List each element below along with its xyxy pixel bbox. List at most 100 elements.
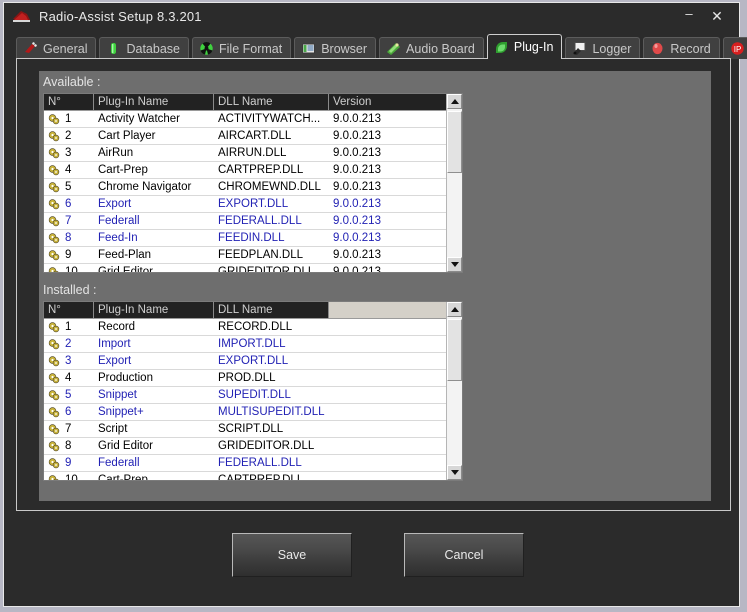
available-scroll-thumb[interactable] [447,111,462,173]
table-row[interactable]: 6Snippet+MULTISUPEDIT.DLL [44,404,462,421]
row-number-value: 9 [65,455,71,472]
col-empty[interactable] [329,302,447,318]
table-row[interactable]: 9FederallFEDERALL.DLL [44,455,462,472]
gear-icon [47,338,62,351]
available-list[interactable]: N° Plug-In Name DLL Name Version 1Activi… [43,93,463,273]
tab-file-format[interactable]: File Format [192,37,291,59]
row-number-value: 2 [65,336,71,353]
file-format-icon [199,41,214,56]
row-number-value: 9 [65,247,71,264]
row-number: 2 [44,336,94,353]
table-row[interactable]: 4ProductionPROD.DLL [44,370,462,387]
table-row[interactable]: 6ExportEXPORT.DLL9.0.0.213 [44,196,462,213]
window-controls: – ✕ [675,3,739,29]
installed-scroll-track[interactable] [447,317,462,465]
dll-name-cell: GRIDEDITOR.DLL [214,438,329,455]
tab-audio-board[interactable]: Audio Board [379,37,484,59]
dialog-buttons: Save Cancel [4,533,741,593]
row-number-value: 4 [65,162,71,179]
tab-record[interactable]: Record [643,37,719,59]
table-row[interactable]: 2Cart PlayerAIRCART.DLL9.0.0.213 [44,128,462,145]
col-plugin-name[interactable]: Plug-In Name [94,94,214,110]
row-number: 1 [44,111,94,128]
tab-browser[interactable]: Browser [294,37,376,59]
gear-icon [47,440,62,453]
row-number: 4 [44,370,94,387]
installed-header: N° Plug-In Name DLL Name [44,302,462,319]
col-num[interactable]: N° [44,302,94,318]
table-row[interactable]: 3AirRunAIRRUN.DLL9.0.0.213 [44,145,462,162]
table-row[interactable]: 10Grid EditorGRIDEDITOR.DLL9.0.0.213 [44,264,462,273]
row-number-value: 7 [65,421,71,438]
installed-list[interactable]: N° Plug-In Name DLL Name 1RecordRECORD.D… [43,301,463,481]
plugin-name-cell: Export [94,353,214,370]
dll-name-cell: ACTIVITYWATCH... [214,111,329,128]
plugin-name-cell: Record [94,319,214,336]
row-number: 3 [44,145,94,162]
version-cell: 9.0.0.213 [329,162,447,179]
row-number-value: 10 [65,264,78,274]
row-number-value: 6 [65,196,71,213]
table-row[interactable]: 8Feed-InFEEDIN.DLL9.0.0.213 [44,230,462,247]
table-row[interactable]: 1Activity WatcherACTIVITYWATCH...9.0.0.2… [44,111,462,128]
dll-name-cell: RECORD.DLL [214,319,329,336]
row-number-value: 3 [65,145,71,162]
table-row[interactable]: 9Feed-PlanFEEDPLAN.DLL9.0.0.213 [44,247,462,264]
gear-icon [47,198,62,211]
plugin-name-cell: Grid Editor [94,438,214,455]
table-row[interactable]: 10Cart-PrepCARTPREP.DLL [44,472,462,481]
table-row[interactable]: 1RecordRECORD.DLL [44,319,462,336]
scroll-up-icon[interactable] [447,302,462,317]
save-button[interactable]: Save [232,533,352,577]
scroll-down-icon[interactable] [447,465,462,480]
row-number-value: 8 [65,438,71,455]
dll-name-cell: FEEDPLAN.DLL [214,247,329,264]
table-row[interactable]: 4Cart-PrepCARTPREP.DLL9.0.0.213 [44,162,462,179]
cancel-button[interactable]: Cancel [404,533,524,577]
row-number-value: 7 [65,213,71,230]
table-row[interactable]: 2ImportIMPORT.DLL [44,336,462,353]
row-number: 6 [44,196,94,213]
minimize-button[interactable]: – [675,1,703,32]
available-scrollbar[interactable] [446,94,462,272]
available-label: Available : [43,75,100,89]
dll-name-cell: GRIDEDITOR.DLL [214,264,329,274]
row-number: 5 [44,179,94,196]
table-row[interactable]: 5Chrome NavigatorCHROMEWND.DLL9.0.0.213 [44,179,462,196]
gear-icon [47,164,62,177]
dll-name-cell: IMPORT.DLL [214,336,329,353]
gear-icon [47,215,62,228]
installed-scrollbar[interactable] [446,302,462,480]
col-num[interactable]: N° [44,94,94,110]
tab-general[interactable]: General [16,37,96,59]
col-version[interactable]: Version [329,94,447,110]
gear-icon [47,130,62,143]
dll-name-cell: FEEDIN.DLL [214,230,329,247]
dll-name-cell: MULTISUPEDIT.DLL [214,404,329,421]
col-plugin-name[interactable]: Plug-In Name [94,302,214,318]
row-number: 9 [44,247,94,264]
row-number-value: 4 [65,370,71,387]
tab-plugin[interactable]: Plug-In [487,34,563,59]
scroll-up-icon[interactable] [447,94,462,109]
tab-ip-stream[interactable]: IP IP Stream [723,37,747,59]
col-dll-name[interactable]: DLL Name [214,94,329,110]
plugin-name-cell: Federall [94,213,214,230]
table-row[interactable]: 3ExportEXPORT.DLL [44,353,462,370]
installed-label: Installed : [43,283,97,297]
tab-database[interactable]: Database [99,37,189,59]
installed-scroll-thumb[interactable] [447,319,462,381]
table-row[interactable]: 8 Grid EditorGRIDEDITOR.DLL [44,438,462,455]
close-button[interactable]: ✕ [703,3,731,29]
dll-name-cell: CARTPREP.DLL [214,162,329,179]
browser-icon [301,41,316,56]
gear-icon [47,406,62,419]
available-scroll-track[interactable] [447,109,462,257]
tab-logger[interactable]: Logger [565,37,640,59]
col-dll-name[interactable]: DLL Name [214,302,329,318]
table-row[interactable]: 7FederallFEDERALL.DLL9.0.0.213 [44,213,462,230]
table-row[interactable]: 5SnippetSUPEDIT.DLL [44,387,462,404]
scroll-down-icon[interactable] [447,257,462,272]
table-row[interactable]: 7ScriptSCRIPT.DLL [44,421,462,438]
dll-name-cell: PROD.DLL [214,370,329,387]
